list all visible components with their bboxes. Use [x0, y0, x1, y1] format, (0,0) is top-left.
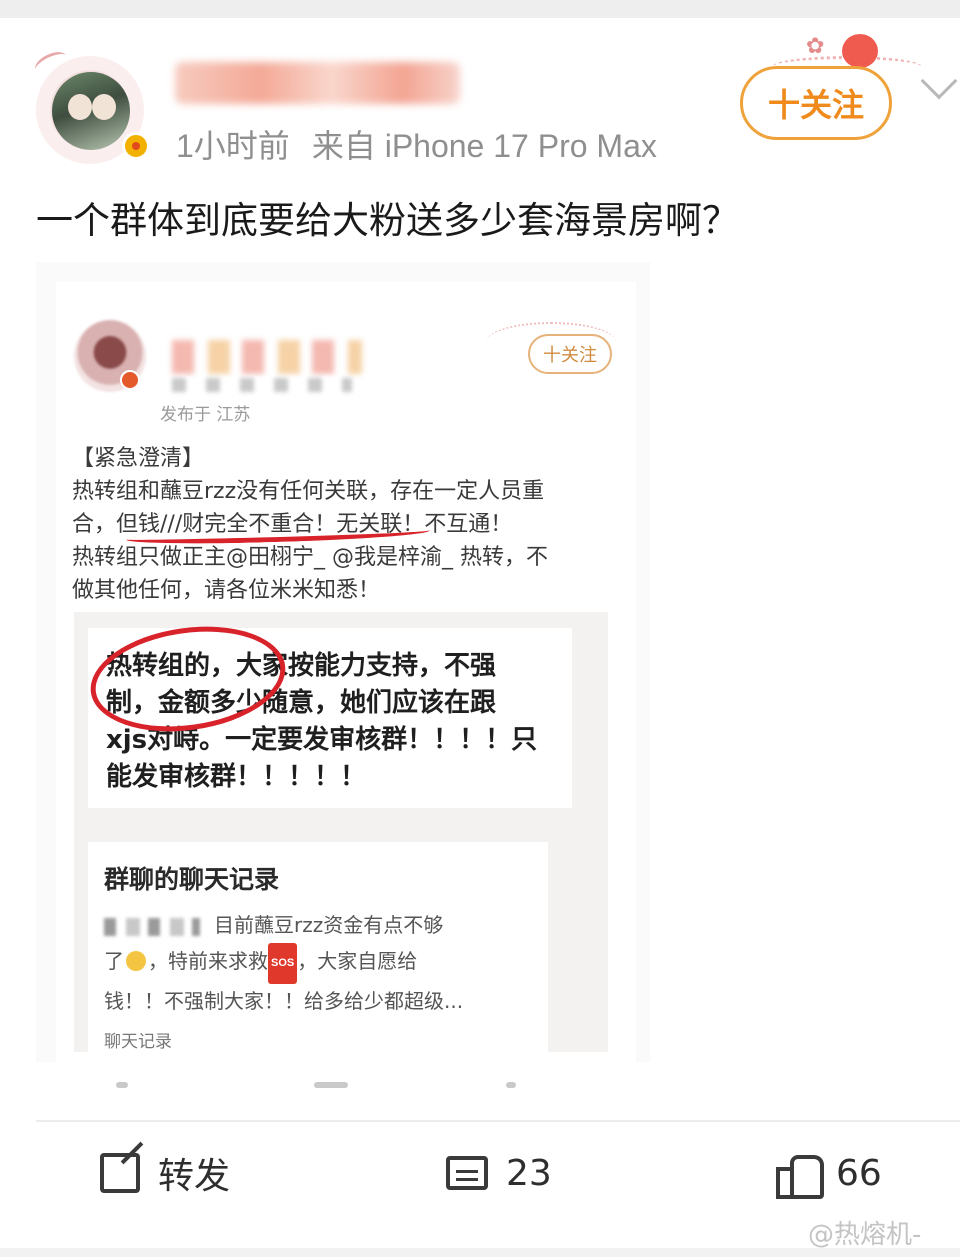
- post-text: 一个群体到底要给大粉送多少套海景房啊？: [36, 199, 739, 242]
- user-avatar[interactable]: [30, 44, 150, 164]
- embedded-body-line: 【紧急澄清】: [72, 446, 205, 471]
- cropped-icon: [314, 1082, 348, 1088]
- post-source: 来自 iPhone 17 Pro Max: [311, 128, 657, 164]
- like-count: 66: [836, 1152, 882, 1194]
- repost-icon: [100, 1153, 140, 1193]
- comment-icon: [446, 1156, 488, 1190]
- embedded-body-line: 热转组只做正主@田栩宁_ @我是梓渝_ 热转，不: [72, 545, 548, 570]
- username-blurred[interactable]: [175, 62, 460, 104]
- repost-label: 转发: [158, 1156, 231, 1197]
- chat-line: 目前蘸豆rzz资金有点不够: [104, 908, 532, 943]
- vip-badge-icon: [122, 132, 150, 160]
- chat-record-label: 聊天记录: [104, 1032, 172, 1052]
- embedded-body: 【紧急澄清】 热转组和蘸豆rzz没有任何关联，存在一定人员重 合，但钱///财完…: [72, 442, 632, 607]
- quote-line: 能发审核群！！！！！: [106, 762, 367, 792]
- like-button[interactable]: 66: [776, 1148, 882, 1199]
- embedded-action-bar-cropped: [76, 1082, 536, 1090]
- avatar-face-right: [92, 94, 116, 120]
- chat-line: 了 ，特前来求救 SOS ，大家自愿给: [104, 943, 532, 984]
- bottom-strip: [0, 1248, 960, 1257]
- chat-preview: 目前蘸豆rzz资金有点不够 了 ，特前来求救 SOS ，大家自愿给 钱！！不强制大家！…: [104, 908, 532, 1019]
- quote-card: 热转组的，大家按能力支持，不强 制，金额多少随意，她们应该在跟 xjs对峙。一定…: [83, 614, 572, 808]
- repost-button[interactable]: 转发: [100, 1148, 230, 1198]
- avatar-face-left: [68, 94, 92, 120]
- embedded-vip-badge-icon: [120, 370, 140, 390]
- quote-box: 热转组的，大家按能力支持，不强 制，金额多少随意，她们应该在跟 xjs对峙。一定…: [74, 612, 608, 1052]
- chat-line-text: 目前蘸豆rzz资金有点不够: [214, 913, 444, 937]
- chat-line-text: ，特前来求救: [148, 949, 268, 973]
- cropped-icon: [116, 1082, 128, 1088]
- embedded-body-line: 做其他任何，请各位米米知悉！: [72, 578, 381, 603]
- embedded-subline-blurred: [172, 378, 352, 392]
- bow-icon: ✿: [806, 34, 825, 59]
- watermark: @热熔机-: [808, 1220, 922, 1250]
- embedded-post: 发布于 江苏 十关注 【紧急澄清】 热转组和蘸豆rzz没有任何关联，存在一定人员…: [56, 282, 636, 1062]
- sender-blurred: [104, 917, 200, 936]
- pleading-face-icon: [126, 951, 146, 971]
- sos-icon: SOS: [268, 943, 298, 984]
- embedded-follow-button: 十关注: [528, 334, 612, 374]
- comment-count: 23: [506, 1152, 552, 1194]
- chat-line: 钱！！不强制大家！！给多给少都超级...: [104, 989, 464, 1013]
- apple-icon: [842, 34, 878, 68]
- follow-button[interactable]: 十关注: [740, 66, 892, 140]
- embedded-username-blurred: [172, 340, 362, 374]
- post-meta: 1小时前 来自 iPhone 17 Pro Max: [176, 124, 679, 168]
- embedded-location: 发布于 江苏: [160, 405, 251, 425]
- chevron-down-icon[interactable]: [920, 62, 958, 100]
- cropped-icon: [506, 1082, 516, 1088]
- chat-line-text: 了: [104, 949, 124, 973]
- chat-line-text: ，大家自愿给: [297, 949, 418, 973]
- chat-title: 群聊的聊天记录: [104, 865, 280, 894]
- post-time: 1小时前: [176, 128, 290, 164]
- embedded-image[interactable]: 发布于 江苏 十关注 【紧急澄清】 热转组和蘸豆rzz没有任何关联，存在一定人员…: [36, 262, 650, 1062]
- embedded-body-line: 热转组和蘸豆rzz没有任何关联，存在一定人员重: [72, 479, 545, 504]
- comment-button[interactable]: 23: [446, 1148, 552, 1198]
- top-strip: [0, 0, 960, 18]
- action-divider: [36, 1120, 960, 1122]
- like-icon: [776, 1153, 824, 1199]
- chat-record-card: 群聊的聊天记录 目前蘸豆rzz资金有点不够 了 ，特前来求救 SOS ，大家自愿给 钱…: [88, 842, 548, 1052]
